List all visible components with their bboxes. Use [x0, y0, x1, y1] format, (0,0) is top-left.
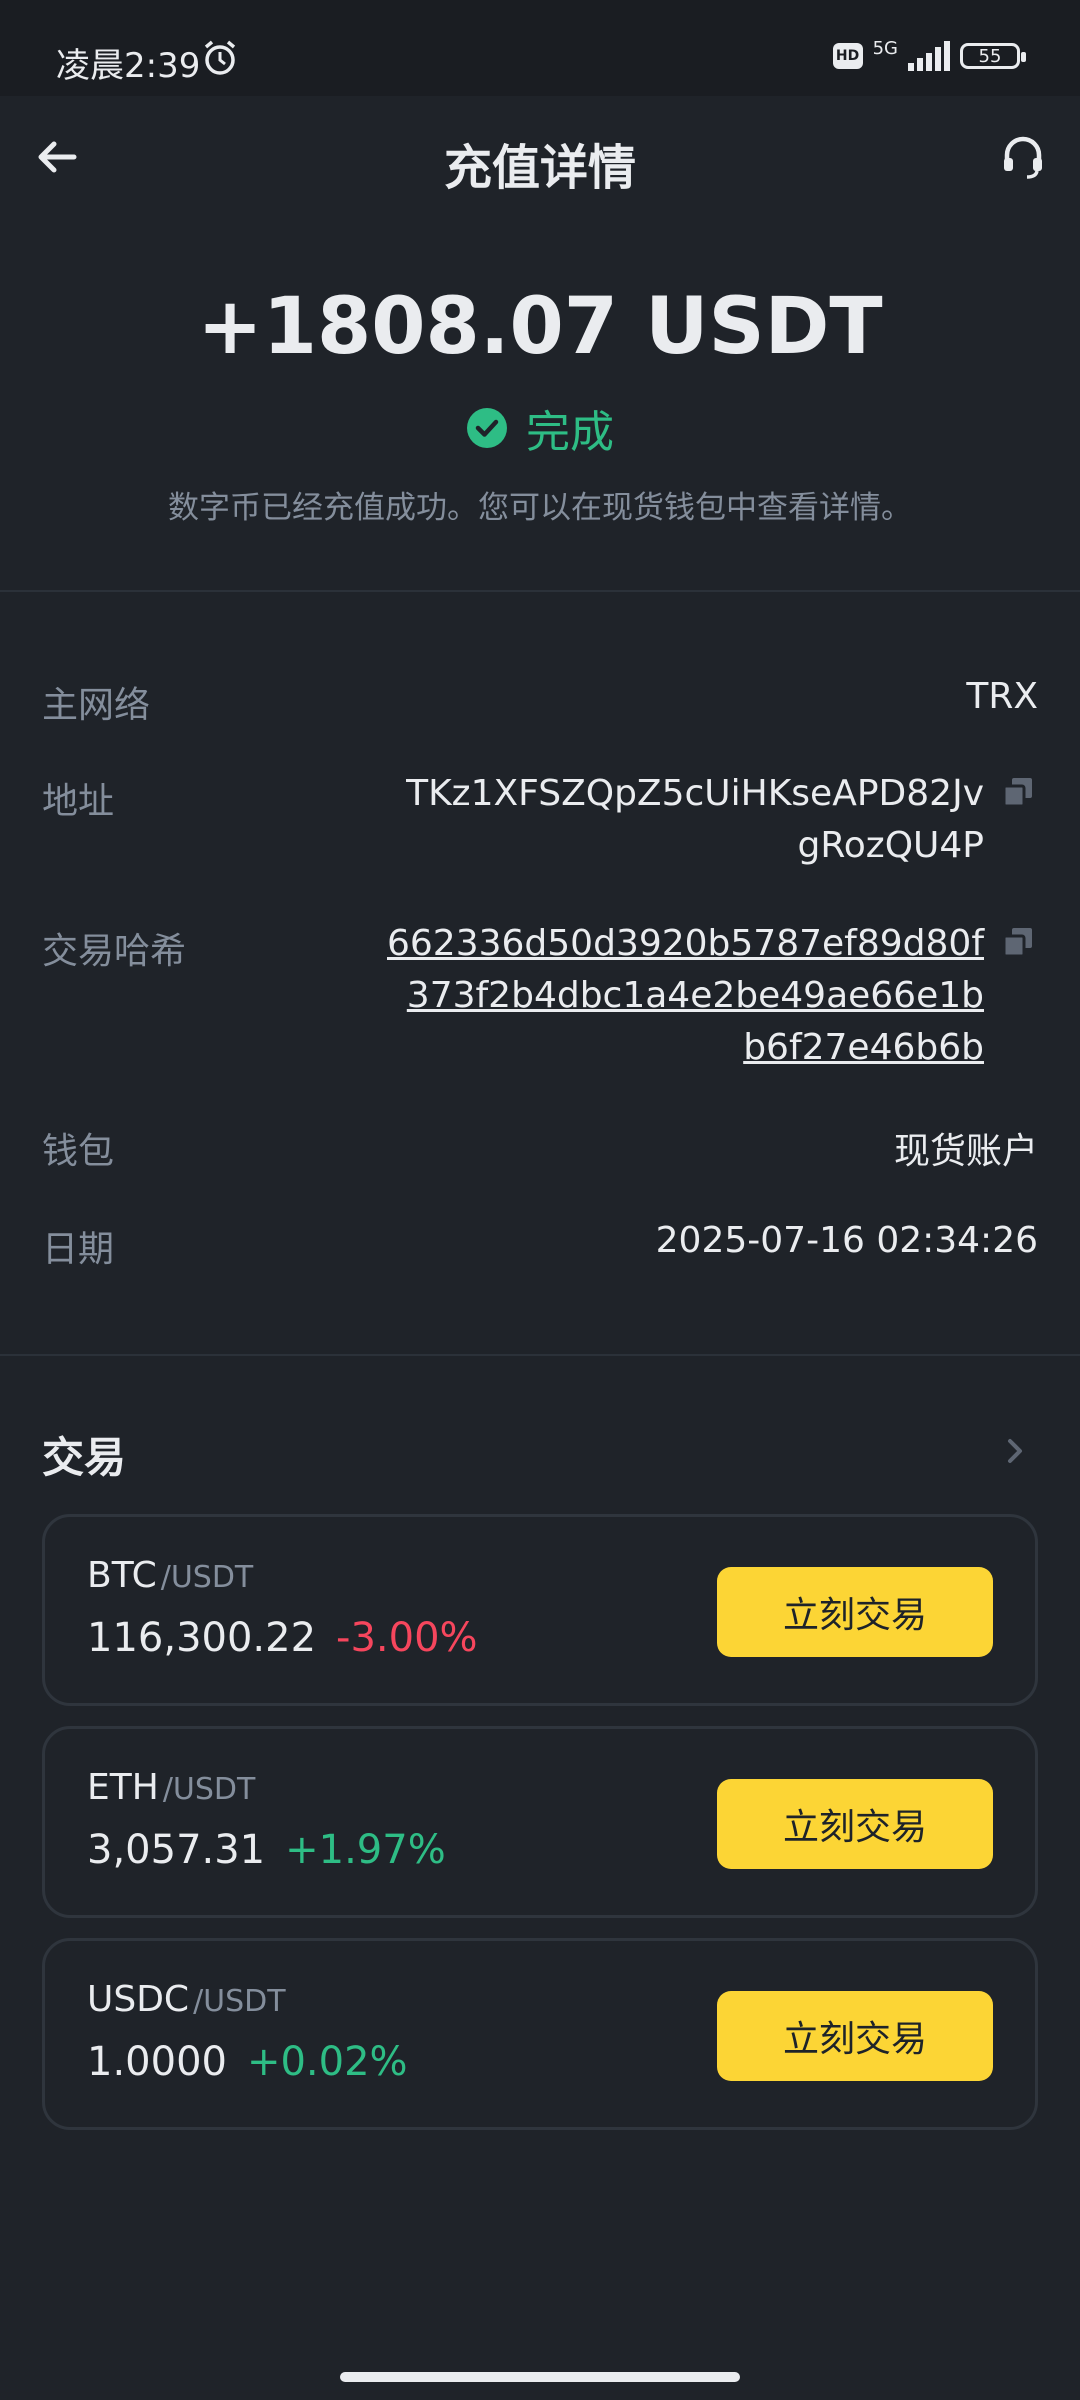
trade-now-button[interactable]: 立刻交易 — [717, 1779, 993, 1869]
trade-card-usdc[interactable]: USDC/USDT 1.0000 +0.02% 立刻交易 — [42, 1938, 1038, 2130]
copy-icon[interactable] — [1002, 776, 1034, 808]
trade-section-title: 交易 — [42, 1433, 127, 1482]
price-row: 3,057.31 +1.97% — [87, 1827, 446, 1873]
network-type: 5G — [872, 37, 898, 59]
chevron-right-icon[interactable] — [1000, 1436, 1030, 1466]
price-change: -3.00% — [336, 1615, 478, 1661]
check-circle-icon — [467, 408, 507, 448]
battery-icon: 55 — [960, 43, 1026, 69]
status-time: 凌晨2:39 — [56, 46, 201, 86]
trade-now-button[interactable]: 立刻交易 — [717, 1991, 993, 2081]
address-value: TKz1XFSZQpZ5cUiHKseAPD82JvgRozQU4P — [406, 773, 984, 866]
header: 充值详情 — [0, 96, 1080, 222]
deposit-amount: +1808.07 USDT — [197, 282, 883, 372]
base-asset: ETH — [87, 1767, 159, 1808]
address-label: 地址 — [42, 781, 115, 822]
quote-asset: /USDT — [193, 1984, 286, 2019]
headset-icon[interactable] — [996, 130, 1050, 184]
status-indicators: HD 5G 55 — [832, 36, 1026, 76]
copy-icon[interactable] — [1002, 926, 1034, 958]
status-row: 完成 — [0, 398, 1080, 458]
battery-level: 55 — [978, 45, 1002, 67]
trade-card-eth[interactable]: ETH/USDT 3,057.31 +1.97% 立刻交易 — [42, 1726, 1038, 1918]
hash-label: 交易哈希 — [42, 931, 187, 972]
last-price: 3,057.31 — [87, 1827, 266, 1873]
hd-badge: HD — [832, 43, 863, 69]
network-value: TRX — [966, 676, 1038, 717]
date-label: 日期 — [42, 1229, 115, 1270]
last-price: 1.0000 — [87, 2039, 227, 2085]
alarm-icon — [204, 40, 236, 75]
page-title: 充值详情 — [443, 140, 636, 196]
last-price: 116,300.22 — [87, 1615, 317, 1661]
trading-pair: ETH/USDT — [87, 1767, 255, 1808]
trading-pair: BTC/USDT — [87, 1555, 253, 1596]
quote-asset: /USDT — [160, 1560, 254, 1595]
base-asset: BTC — [87, 1555, 157, 1596]
quote-asset: /USDT — [162, 1772, 256, 1807]
signal-icon — [908, 41, 950, 71]
network-label: 主网络 — [42, 685, 151, 726]
base-asset: USDC — [87, 1979, 190, 2020]
transaction-hash-link[interactable]: 662336d50d3920b5787ef89d80f373f2b4dbc1a4… — [384, 918, 984, 1074]
wallet-label: 钱包 — [42, 1131, 115, 1172]
divider — [0, 1354, 1080, 1356]
date-value: 2025-07-16 02:34:26 — [655, 1220, 1038, 1261]
price-row: 116,300.22 -3.00% — [87, 1615, 478, 1661]
home-indicator[interactable] — [340, 2372, 740, 2382]
trade-card-btc[interactable]: BTC/USDT 116,300.22 -3.00% 立刻交易 — [42, 1514, 1038, 1706]
trade-now-button[interactable]: 立刻交易 — [717, 1567, 993, 1657]
price-row: 1.0000 +0.02% — [87, 2039, 408, 2085]
status-bar: 凌晨2:39 HD 5G 55 — [0, 0, 1080, 96]
price-change: +0.02% — [246, 2039, 408, 2085]
wallet-value: 现货账户 — [893, 1131, 1038, 1172]
status-description: 数字币已经充值成功。您可以在现货钱包中查看详情。 — [168, 490, 912, 526]
status-text: 完成 — [526, 407, 614, 458]
price-change: +1.97% — [285, 1827, 446, 1873]
trading-pair: USDC/USDT — [87, 1979, 286, 2020]
divider — [0, 590, 1080, 592]
